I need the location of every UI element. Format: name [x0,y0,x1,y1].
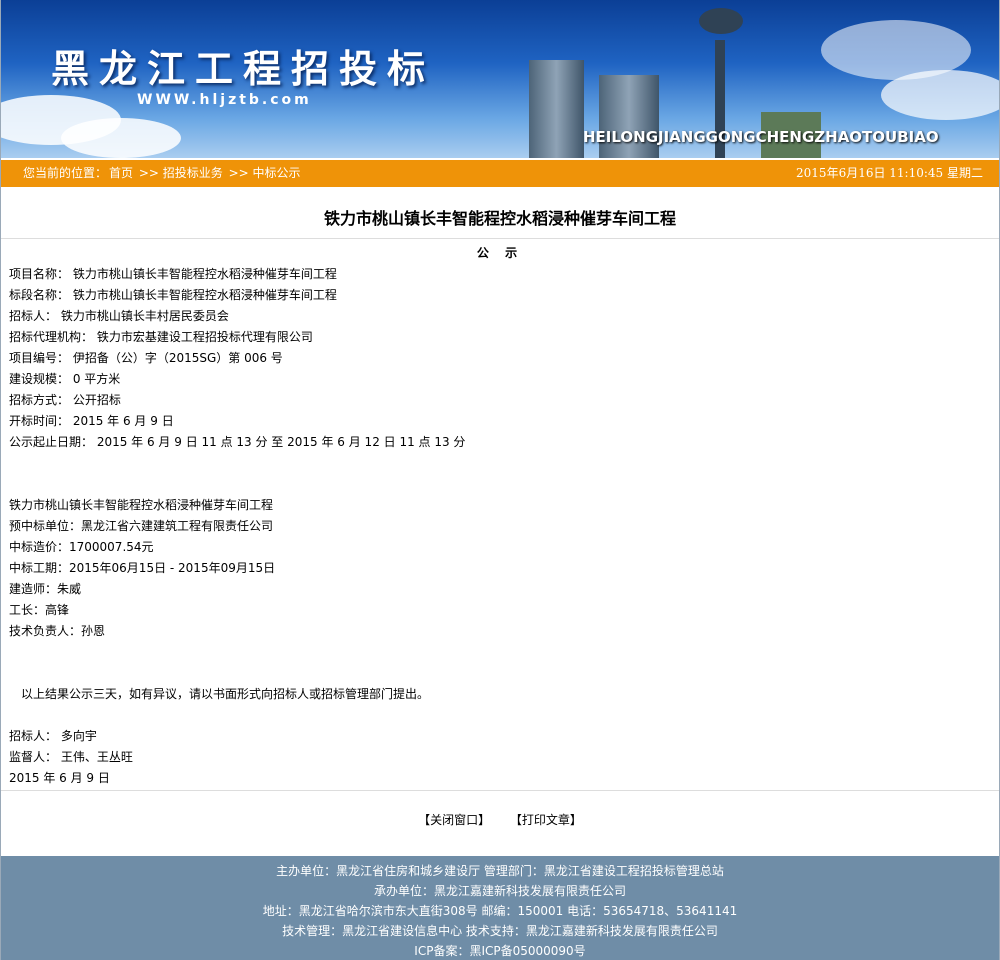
article-actions: 【关闭窗口】 【打印文章】 [1,811,999,828]
breadcrumb-bidding-business[interactable]: >> 招投标业务 [139,166,223,180]
signature-tenderer: 招标人： 多向宇 [9,729,97,743]
cloud-decoration [61,118,181,158]
field-tenderer: 招标人： 铁力市桃山镇长丰村居民委员会 [9,309,229,323]
field-method: 招标方式： 公开招标 [9,393,121,407]
site-pinyin: HEILONGJIANGGONGCHENGZHAOTOUBIAO [583,128,939,146]
building-graphic [529,60,584,158]
field-project-number: 项目编号： 伊招备（公）字（2015SG）第 006 号 [9,351,283,365]
site-title: 黑龙江工程招投标 [51,47,436,91]
location-bar: 您当前的位置： 首页 >> 招投标业务 >> 中标公示 2015年6月16日 11… [1,160,999,187]
footer-sponsor: 主办单位：黑龙江省住房和城乡建设厅 管理部门：黑龙江省建设工程招投标管理总站 [276,864,724,878]
footer-address: 地址：黑龙江省哈尔滨市东大直街308号 邮编：150001 电话：5365471… [262,904,738,918]
winner-project: 铁力市桃山镇长丰智能程控水稻浸种催芽车间工程 [9,498,274,512]
close-window-button[interactable]: 【关闭窗口】 [418,813,490,827]
cloud-decoration [881,70,999,120]
page: 黑龙江工程招投标 WWW.hljztb.com HEILONGJIANGGONG… [0,0,1000,960]
print-article-button[interactable]: 【打印文章】 [510,813,582,827]
current-datetime: 2015年6月16日 11:10:45 星期二 [796,166,983,180]
field-publicity-period: 公示起止日期： 2015 年 6 月 9 日 11 点 13 分 至 2015 … [9,435,466,449]
winner-foreman: 工长：高锋 [9,603,70,617]
footer-icp: ICP备案：黑ICP备05000090号 [414,944,586,958]
site-url: WWW.hljztb.com [137,92,312,108]
winner-duration: 中标工期：2015年06月15日 - 2015年09月15日 [9,561,276,575]
winner-unit: 预中标单位：黑龙江省六建建筑工程有限责任公司 [9,519,274,533]
winner-constructor: 建造师：朱威 [9,582,82,596]
breadcrumb-award-notice[interactable]: >> 中标公示 [229,166,301,180]
breadcrumb: 您当前的位置： 首页 >> 招投标业务 >> 中标公示 [23,160,303,187]
signature-supervisor: 监督人： 王伟、王丛旺 [9,750,133,764]
site-banner: 黑龙江工程招投标 WWW.hljztb.com HEILONGJIANGGONG… [1,0,999,158]
divider [1,790,999,791]
signature-date: 2015 年 6 月 9 日 [9,771,110,785]
article-title: 铁力市桃山镇长丰智能程控水稻浸种催芽车间工程 [323,209,676,228]
winner-price: 中标造价：1700007.54元 [9,540,154,554]
field-section-name: 标段名称： 铁力市桃山镇长丰智能程控水稻浸种催芽车间工程 [9,288,337,302]
tower-top-graphic [699,8,743,34]
location-prefix: 您当前的位置： [23,166,108,180]
notice-heading: 公 示 [476,246,524,260]
field-opening-time: 开标时间： 2015 年 6 月 9 日 [9,414,174,428]
site-footer: 主办单位：黑龙江省住房和城乡建设厅 管理部门：黑龙江省建设工程招投标管理总站 承… [1,856,999,960]
breadcrumb-home[interactable]: 首页 [109,166,133,180]
winner-tech-lead: 技术负责人：孙恩 [9,624,106,638]
field-project-name: 项目名称： 铁力市桃山镇长丰智能程控水稻浸种催芽车间工程 [9,267,337,281]
field-agency: 招标代理机构： 铁力市宏基建设工程招投标代理有限公司 [9,330,313,344]
field-scale: 建设规模： 0 平方米 [9,372,121,386]
footer-tech: 技术管理：黑龙江省建设信息中心 技术支持：黑龙江嘉建新科技发展有限责任公司 [282,924,718,938]
objection-notice: 以上结果公示三天，如有异议，请以书面形式向招标人或招标管理部门提出。 [21,687,430,701]
divider [1,238,999,239]
footer-organizer: 承办单位：黑龙江嘉建新科技发展有限责任公司 [373,884,626,898]
